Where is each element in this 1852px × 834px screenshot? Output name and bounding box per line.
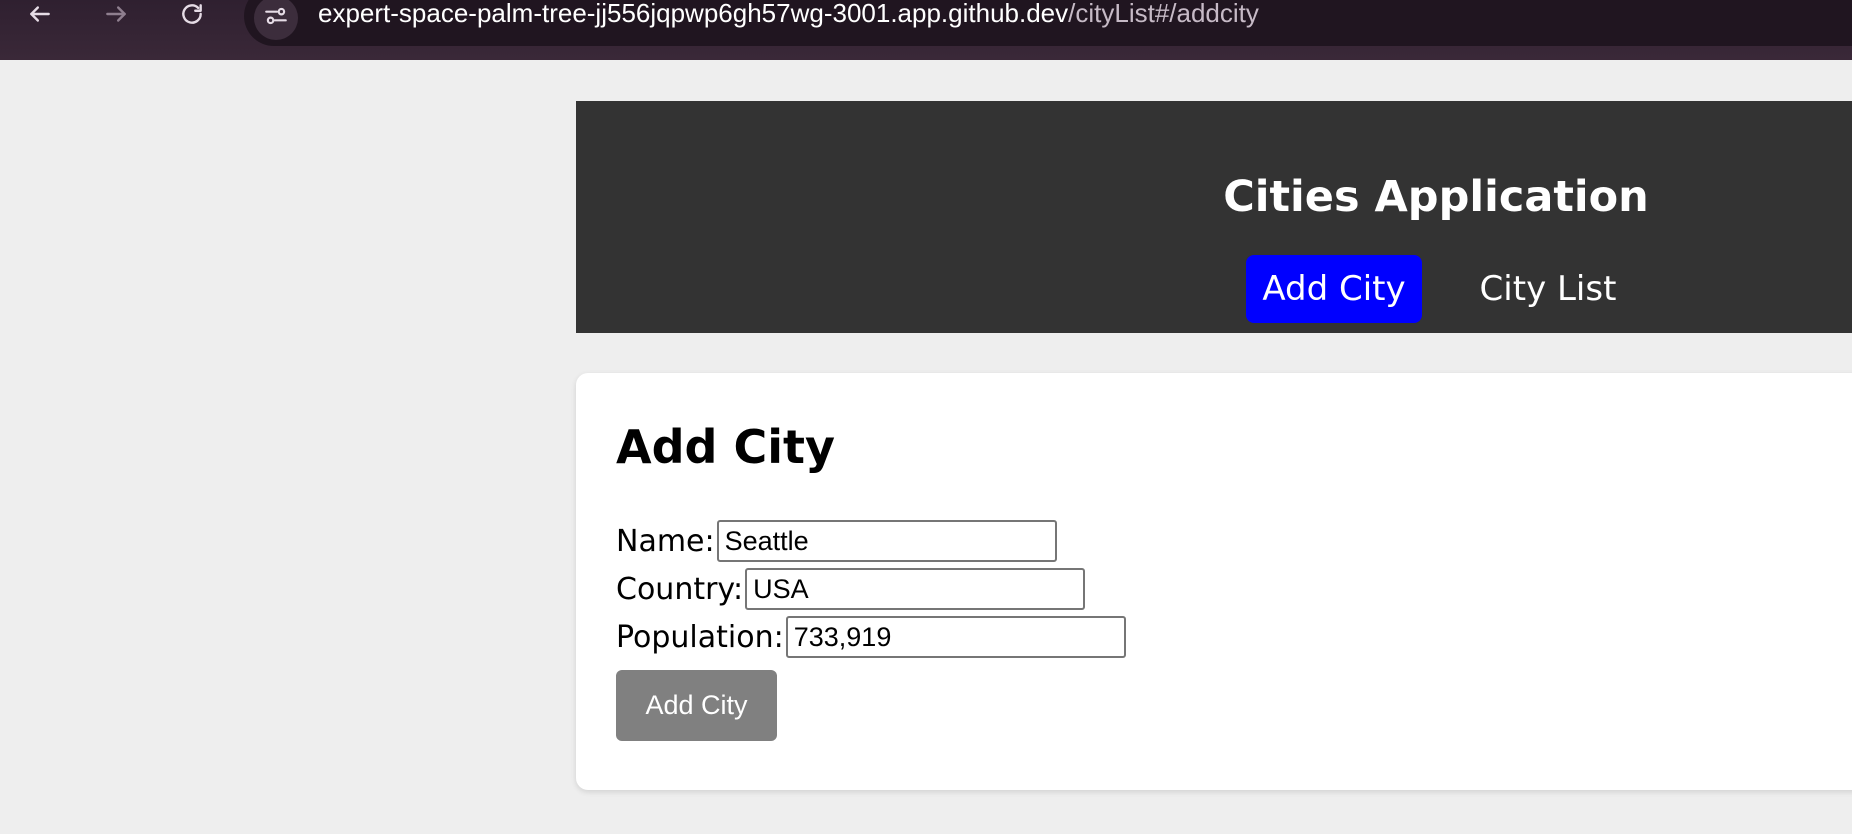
back-button[interactable] <box>20 0 60 28</box>
address-bar[interactable]: expert-space-palm-tree-jj556jqpwp6gh57wg… <box>244 0 1852 46</box>
country-input[interactable] <box>745 568 1086 610</box>
country-label: Country: <box>616 571 744 607</box>
nav-add-city-link[interactable]: Add City <box>1246 255 1422 323</box>
add-city-button[interactable]: Add City <box>616 670 777 741</box>
url-path: /cityList#/addcity <box>1068 0 1259 28</box>
reload-button[interactable] <box>172 0 212 28</box>
app-title-container: Cities Application <box>576 167 1852 227</box>
app-header: Cities Application Add City City List <box>576 101 1852 333</box>
country-row: Country: <box>616 567 1086 611</box>
site-info-button[interactable] <box>254 0 298 40</box>
nav-city-list-link[interactable]: City List <box>1458 255 1638 323</box>
add-city-card: Add City Name: Country: Population: Add … <box>576 373 1852 790</box>
reload-icon <box>179 1 205 27</box>
name-input[interactable] <box>716 520 1057 562</box>
name-label: Name: <box>616 523 715 559</box>
population-row: Population: <box>616 615 1126 659</box>
app-title: Cities Application <box>1223 172 1649 222</box>
tune-icon <box>263 3 289 34</box>
population-input[interactable] <box>785 616 1126 658</box>
url-host: expert-space-palm-tree-jj556jqpwp6gh57wg… <box>318 0 1069 28</box>
arrow-left-icon <box>27 1 53 27</box>
population-label: Population: <box>616 619 784 655</box>
page-title: Add City <box>616 420 835 474</box>
arrow-right-icon <box>103 1 129 27</box>
browser-toolbar: expert-space-palm-tree-jj556jqpwp6gh57wg… <box>0 0 1852 60</box>
forward-button[interactable] <box>96 0 136 28</box>
url-text[interactable]: expert-space-palm-tree-jj556jqpwp6gh57wg… <box>318 0 1259 28</box>
name-row: Name: <box>616 519 1057 563</box>
